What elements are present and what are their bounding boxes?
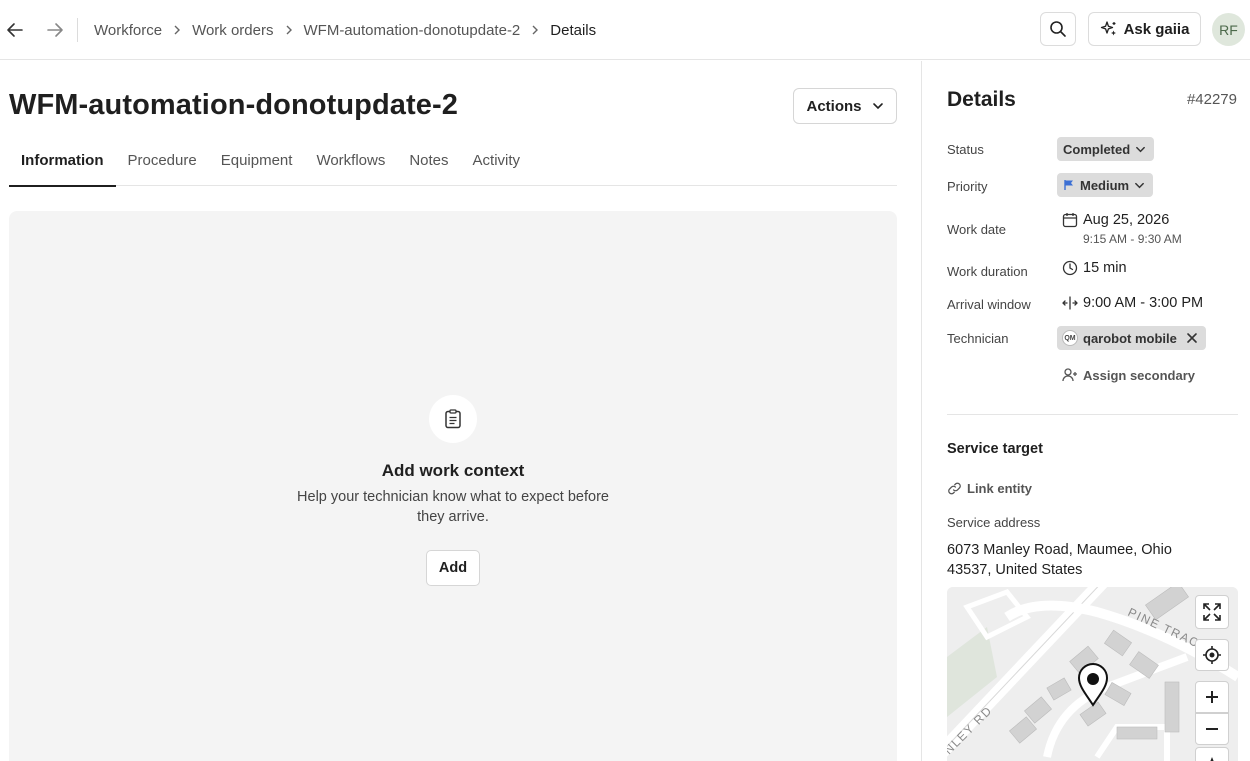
- assign-secondary-button[interactable]: Assign secondary: [1062, 367, 1195, 383]
- tab-workflows[interactable]: Workflows: [304, 145, 397, 186]
- link-entity-label: Link entity: [967, 481, 1033, 496]
- actions-label: Actions: [806, 97, 862, 115]
- chevron-right-icon: [284, 25, 294, 35]
- work-date-value[interactable]: Aug 25, 2026: [1062, 212, 1169, 228]
- top-bar: Workforce Work orders WFM-automation-don…: [0, 0, 1250, 60]
- nav-divider: [77, 18, 78, 42]
- link-icon: [948, 482, 961, 495]
- section-divider: [947, 414, 1238, 415]
- work-order-id: #42279: [1186, 91, 1237, 108]
- work-context-title: Add work context: [381, 461, 525, 480]
- tab-activity[interactable]: Activity: [461, 145, 533, 186]
- add-work-context-button[interactable]: Add: [426, 550, 480, 586]
- calendar-icon: [1062, 213, 1078, 228]
- plus-icon: [1206, 691, 1218, 703]
- back-button[interactable]: [3, 18, 27, 42]
- work-time: 9:15 AM - 9:30 AM: [1083, 232, 1182, 246]
- arrow-left-icon: [7, 23, 23, 37]
- map-fullscreen-button[interactable]: [1195, 595, 1229, 629]
- minus-icon: [1206, 728, 1218, 730]
- priority-label: Priority: [947, 179, 988, 194]
- expand-icon: [1203, 603, 1221, 621]
- work-duration-value[interactable]: 15 min: [1062, 260, 1127, 276]
- ask-gaiia-label: Ask gaiia: [1123, 20, 1190, 38]
- work-context-panel: Add work context Help your technician kn…: [9, 211, 897, 761]
- close-icon[interactable]: [1186, 332, 1198, 344]
- tab-procedure[interactable]: Procedure: [116, 145, 209, 186]
- ask-gaiia-button[interactable]: Ask gaiia: [1088, 12, 1201, 46]
- breadcrumb-workforce[interactable]: Workforce: [94, 22, 162, 39]
- breadcrumb-details: Details: [550, 21, 597, 39]
- arrow-right-icon: [47, 23, 63, 37]
- technician-chip: QM qarobot mobile: [1057, 326, 1206, 350]
- service-address-label: Service address: [947, 515, 1041, 530]
- tab-bar: Information Procedure Equipment Workflow…: [9, 145, 897, 187]
- map-compass-button[interactable]: [1195, 747, 1229, 761]
- work-date: Aug 25, 2026: [1083, 212, 1170, 228]
- tab-notes[interactable]: Notes: [397, 145, 460, 186]
- arrival-window-value[interactable]: 9:00 AM - 3:00 PM: [1062, 295, 1203, 311]
- search-button[interactable]: [1040, 12, 1076, 46]
- breadcrumb-work-orders[interactable]: Work orders: [192, 22, 273, 39]
- chevron-down-icon: [872, 103, 883, 110]
- chevron-right-icon: [530, 25, 540, 35]
- arrival-window-label: Arrival window: [947, 297, 1031, 312]
- page-title: WFM-automation-donotupdate-2: [9, 89, 458, 121]
- breadcrumb-work-order[interactable]: WFM-automation-donotupdate-2: [304, 22, 521, 39]
- actions-button[interactable]: Actions: [793, 88, 897, 124]
- flag-icon: [1064, 180, 1073, 190]
- priority-value: Medium: [1080, 177, 1130, 193]
- service-map[interactable]: PINE TRACE DR NLEY RD: [947, 587, 1238, 761]
- breadcrumb: Workforce Work orders WFM-automation-don…: [94, 0, 596, 60]
- map-zoom-out-button[interactable]: [1195, 713, 1229, 745]
- crosshair-icon: [1203, 646, 1221, 664]
- assign-secondary-label: Assign secondary: [1083, 367, 1195, 383]
- work-duration: 15 min: [1083, 260, 1127, 276]
- service-target-title: Service target: [947, 441, 1043, 457]
- arrival-window: 9:00 AM - 3:00 PM: [1083, 295, 1204, 311]
- work-context-description: Help your technician know what to expect…: [297, 489, 609, 525]
- search-icon: [1050, 21, 1066, 37]
- user-plus-icon: [1062, 368, 1077, 382]
- service-address: 6073 Manley Road, Maumee, Ohio 43537, Un…: [947, 542, 1172, 578]
- main-content: WFM-automation-donotupdate-2 Actions Inf…: [0, 61, 921, 761]
- map-zoom-in-button[interactable]: [1195, 681, 1229, 713]
- user-avatar[interactable]: RF: [1212, 13, 1245, 46]
- link-entity-button[interactable]: Link entity: [947, 481, 1032, 496]
- tab-equipment[interactable]: Equipment: [209, 145, 305, 186]
- details-title: Details: [947, 88, 1016, 111]
- chevron-down-icon: [1136, 146, 1146, 152]
- map-locate-button[interactable]: [1195, 639, 1229, 671]
- chevron-right-icon: [172, 25, 182, 35]
- chevron-down-icon: [1135, 182, 1145, 188]
- status-dropdown[interactable]: Completed: [1057, 137, 1155, 161]
- arrows-horizontal-icon: [1062, 296, 1078, 310]
- work-duration-label: Work duration: [947, 264, 1028, 279]
- status-label: Status: [947, 142, 984, 157]
- clock-icon: [1062, 260, 1078, 276]
- work-date-label: Work date: [947, 222, 1007, 237]
- priority-dropdown[interactable]: Medium: [1057, 173, 1154, 197]
- compass-icon: [1210, 757, 1214, 761]
- tab-information[interactable]: Information: [9, 145, 116, 187]
- details-panel: Details #42279 Status Completed Priority…: [921, 61, 1250, 761]
- technician-avatar: QM: [1062, 330, 1078, 346]
- clipboard-icon: [429, 395, 477, 443]
- technician-name: qarobot mobile: [1083, 330, 1177, 346]
- forward-button[interactable]: [43, 18, 67, 42]
- sparkle-icon: [1100, 21, 1116, 36]
- status-value: Completed: [1063, 141, 1131, 157]
- technician-label: Technician: [947, 331, 1009, 346]
